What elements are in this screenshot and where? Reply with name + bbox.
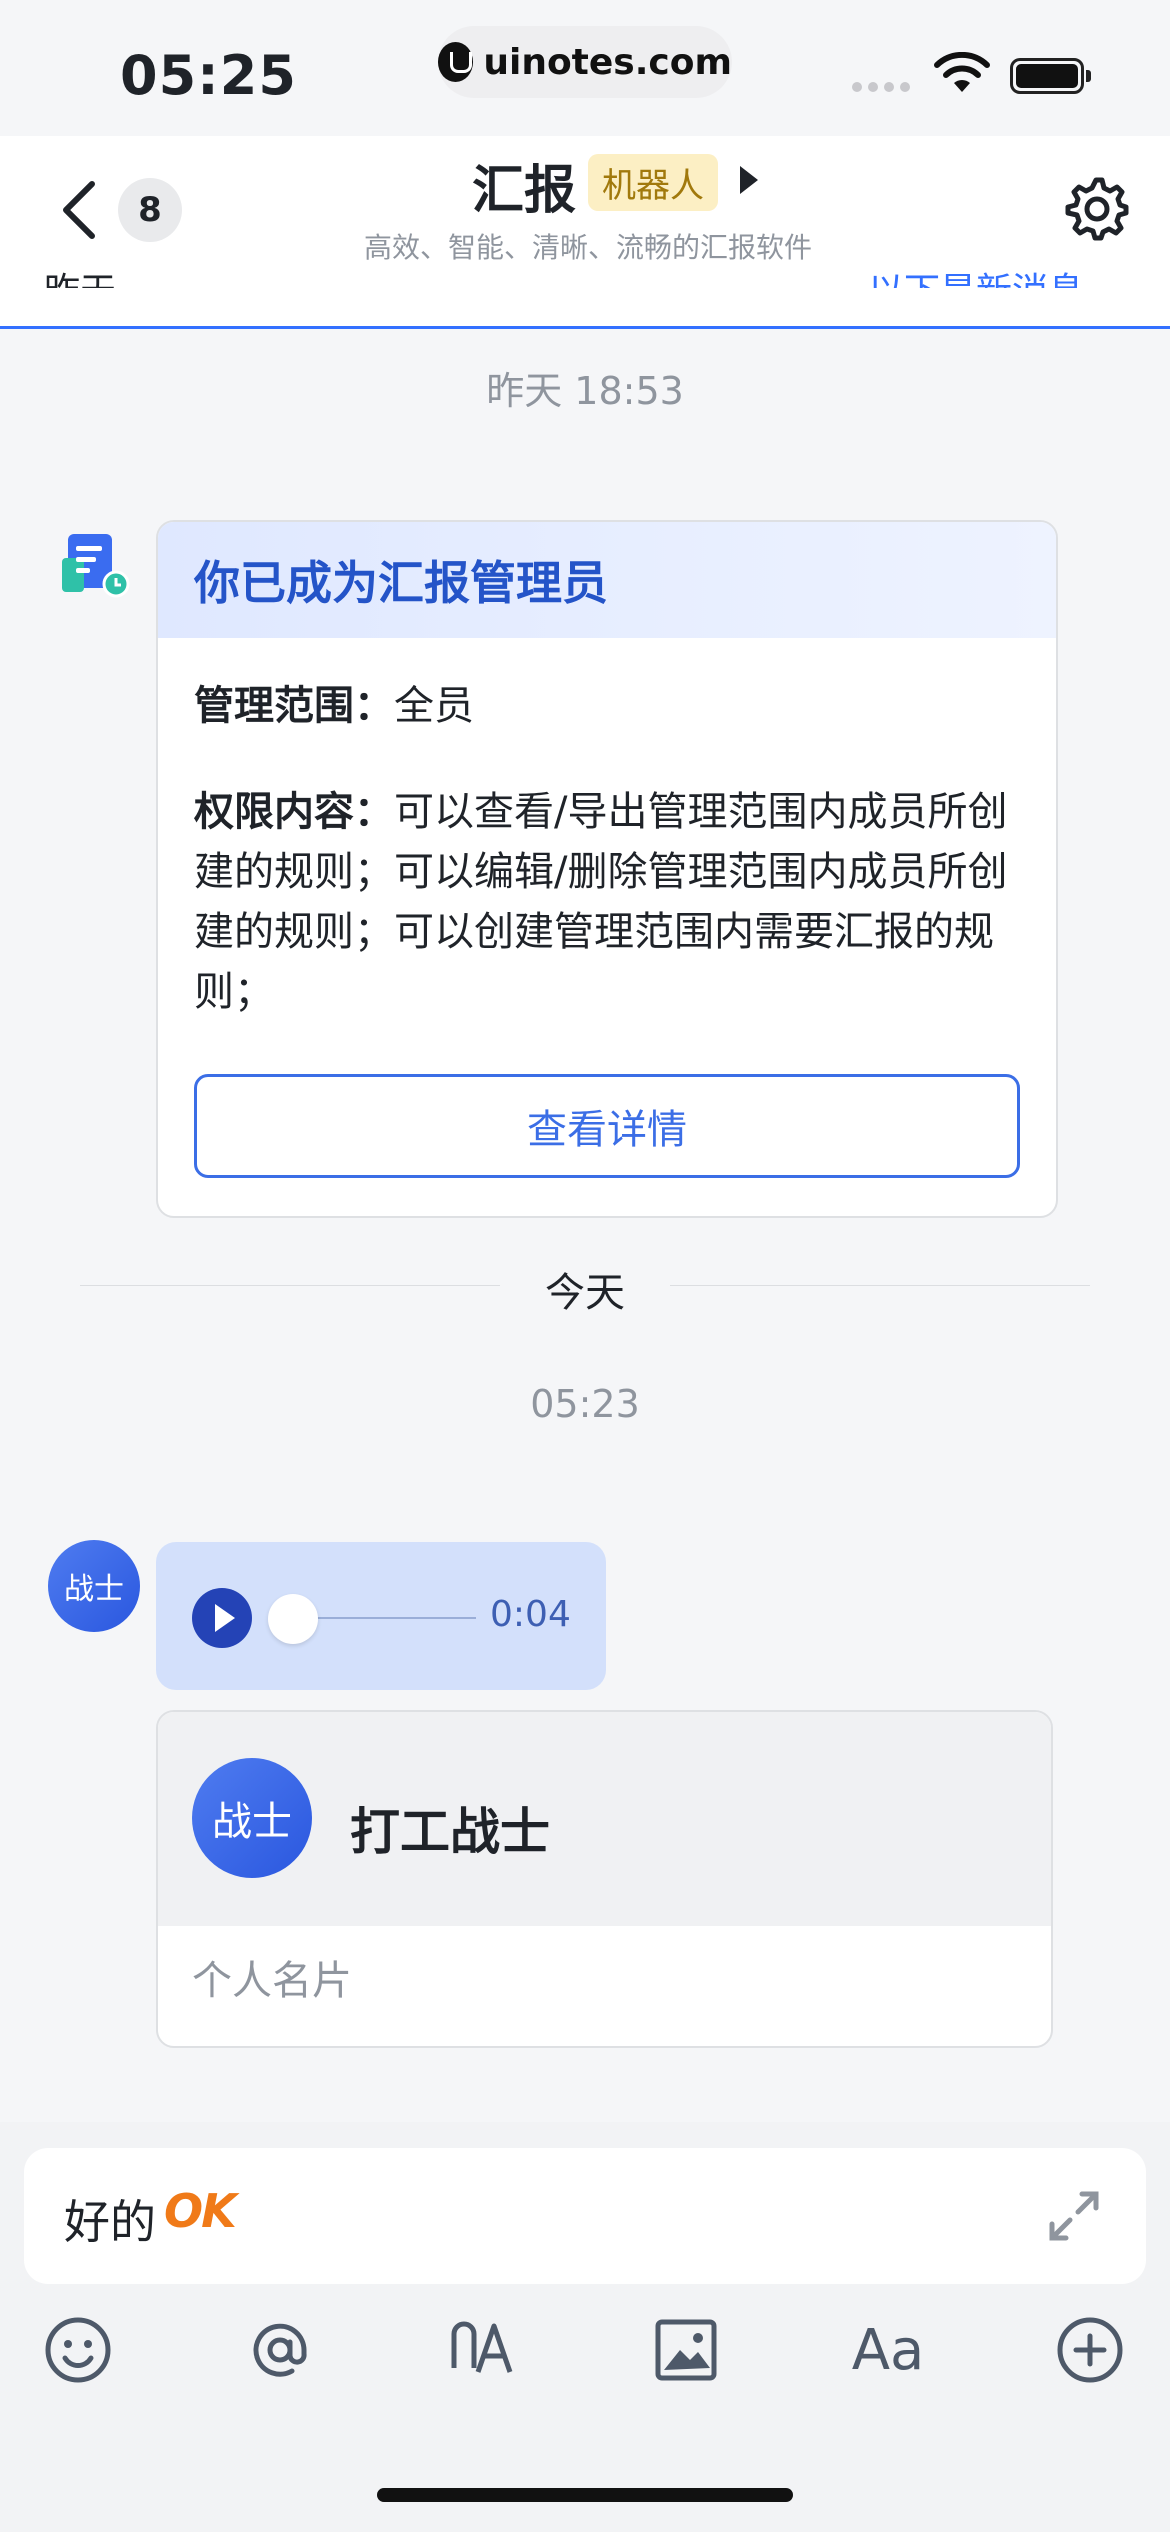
emoji-icon[interactable]: [38, 2310, 118, 2390]
composer-toolbar: Aa: [0, 2310, 1170, 2410]
play-arrow-icon[interactable]: [740, 166, 758, 194]
unread-count-badge[interactable]: 8: [118, 178, 182, 242]
back-icon[interactable]: [50, 170, 110, 250]
card-title: 你已成为汇报管理员: [194, 556, 608, 610]
day-divider-label: 今天: [545, 1270, 625, 1316]
cellular-signal-icon: [852, 82, 910, 92]
card-header: 你已成为汇报管理员: [158, 522, 1056, 638]
chat-title[interactable]: 汇报: [472, 148, 576, 223]
wifi-icon: [934, 52, 990, 92]
card-scope: 管理范围：全员: [194, 676, 1020, 736]
ok-sticker: OK: [164, 2184, 237, 2238]
view-details-button[interactable]: 查看详情: [194, 1074, 1020, 1178]
scope-value: 全员: [394, 683, 474, 729]
contact-card-type: 个人名片: [192, 1958, 352, 2004]
expand-icon[interactable]: [1044, 2186, 1104, 2246]
play-icon[interactable]: [192, 1588, 252, 1648]
day-divider: 今天: [80, 1258, 1090, 1316]
message-input[interactable]: 好的 OK: [24, 2148, 1146, 2284]
status-time: 05:25: [120, 44, 297, 107]
avatar[interactable]: 战士: [48, 1540, 140, 1632]
scope-label: 管理范围：: [194, 683, 394, 729]
chat-subtitle: 高效、智能、清晰、流畅的汇报软件: [364, 231, 813, 264]
voice-message[interactable]: 0:04: [156, 1542, 606, 1690]
admin-notice-card: 你已成为汇报管理员 管理范围：全员 权限内容：可以查看/导出管理范围内成员所创建…: [156, 520, 1058, 1218]
url-pill[interactable]: uinotes.com: [438, 26, 732, 98]
message-timestamp: 05:23: [530, 1382, 640, 1426]
mention-icon[interactable]: [240, 2310, 320, 2390]
battery-cap: [1086, 70, 1091, 82]
message-input-text: 好的: [64, 2195, 156, 2249]
text-format-icon[interactable]: Aa: [848, 2310, 928, 2390]
contact-name: 打工战士: [350, 1803, 550, 1861]
gear-icon[interactable]: [1062, 174, 1130, 242]
permission-label: 权限内容：: [194, 789, 394, 835]
contact-avatar: 战士: [192, 1758, 312, 1878]
voice-duration: 0:04: [490, 1594, 571, 1635]
url-text: uinotes.com: [483, 41, 732, 83]
voice-progress-handle[interactable]: [268, 1594, 318, 1644]
add-icon[interactable]: [1050, 2310, 1130, 2390]
report-bot-icon: [62, 534, 130, 598]
message-timestamp: 昨天 18:53: [486, 369, 684, 413]
image-icon[interactable]: [646, 2310, 726, 2390]
voice-to-text-icon[interactable]: [444, 2310, 524, 2390]
contact-card[interactable]: 战士 打工战士 个人名片: [156, 1710, 1053, 2048]
home-indicator[interactable]: [377, 2488, 793, 2502]
battery-icon: [1010, 58, 1084, 94]
bot-tag: 机器人: [588, 154, 718, 211]
lock-icon: [438, 42, 474, 82]
card-permissions: 权限内容：可以查看/导出管理范围内成员所创建的规则；可以编辑/删除管理范围内成员…: [194, 782, 1020, 1022]
